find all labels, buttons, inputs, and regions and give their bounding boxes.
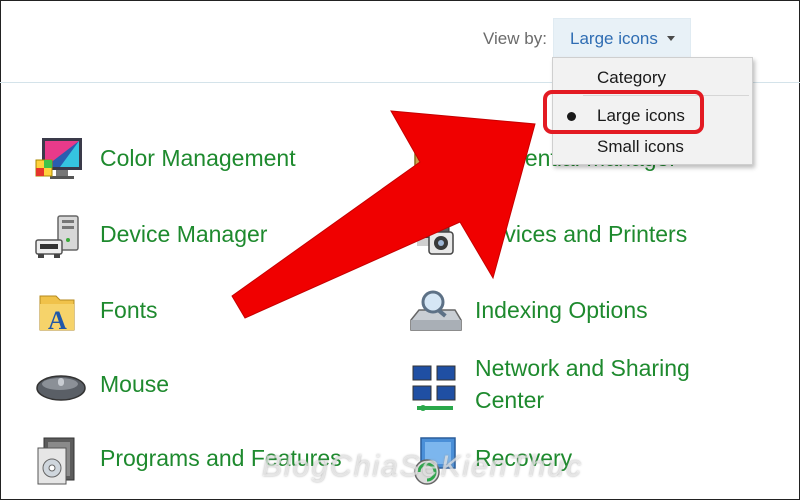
- mouse-icon: [36, 375, 86, 401]
- control-panel-item-network-sharing[interactable]: Network and Sharing Center: [409, 352, 729, 424]
- control-panel-item-mouse[interactable]: Mouse: [34, 360, 354, 420]
- view-by-dropdown[interactable]: Large icons: [553, 18, 691, 60]
- device-manager-icon: [35, 215, 79, 258]
- control-panel-item-device-manager[interactable]: Device Manager: [34, 210, 354, 270]
- item-label: Device Manager: [100, 221, 268, 247]
- indexing-options-icon: [410, 290, 462, 331]
- watermark: BlogChiaSeKienThuc: [262, 450, 584, 483]
- annotation-highlight-box: [543, 90, 704, 134]
- svg-text:A: A: [48, 306, 67, 335]
- menu-item-category[interactable]: Category: [553, 62, 752, 92]
- menu-item-label: Small icons: [597, 137, 684, 156]
- menu-item-small-icons[interactable]: Small icons: [553, 131, 752, 161]
- item-label: Devices and Printers: [475, 221, 688, 247]
- network-sharing-icon: [412, 365, 456, 411]
- menu-item-label: Category: [597, 68, 666, 87]
- control-panel-item-devices-printers[interactable]: Devices and Printers: [409, 210, 729, 270]
- view-by-label: View by:: [483, 29, 547, 48]
- item-label: Indexing Options: [475, 297, 648, 323]
- control-panel-item-fonts[interactable]: A Fonts: [34, 286, 354, 346]
- control-panel-item-color-management[interactable]: Color Management: [34, 134, 354, 194]
- item-label: Fonts: [100, 297, 158, 323]
- credential-manager-icon: [414, 139, 448, 181]
- control-panel-item-indexing-options[interactable]: Indexing Options: [409, 286, 729, 346]
- item-label: Mouse: [100, 371, 170, 397]
- color-management-icon: [35, 138, 82, 179]
- programs-features-icon: [37, 437, 75, 485]
- chevron-down-icon: [667, 36, 675, 41]
- item-label-line-2: Center: [475, 387, 545, 413]
- item-label: Network and Sharing: [475, 355, 690, 381]
- item-label: Color Management: [100, 145, 296, 171]
- view-by-value: Large icons: [570, 29, 658, 48]
- fonts-icon: A: [39, 295, 75, 335]
- devices-printers-icon: [412, 213, 454, 255]
